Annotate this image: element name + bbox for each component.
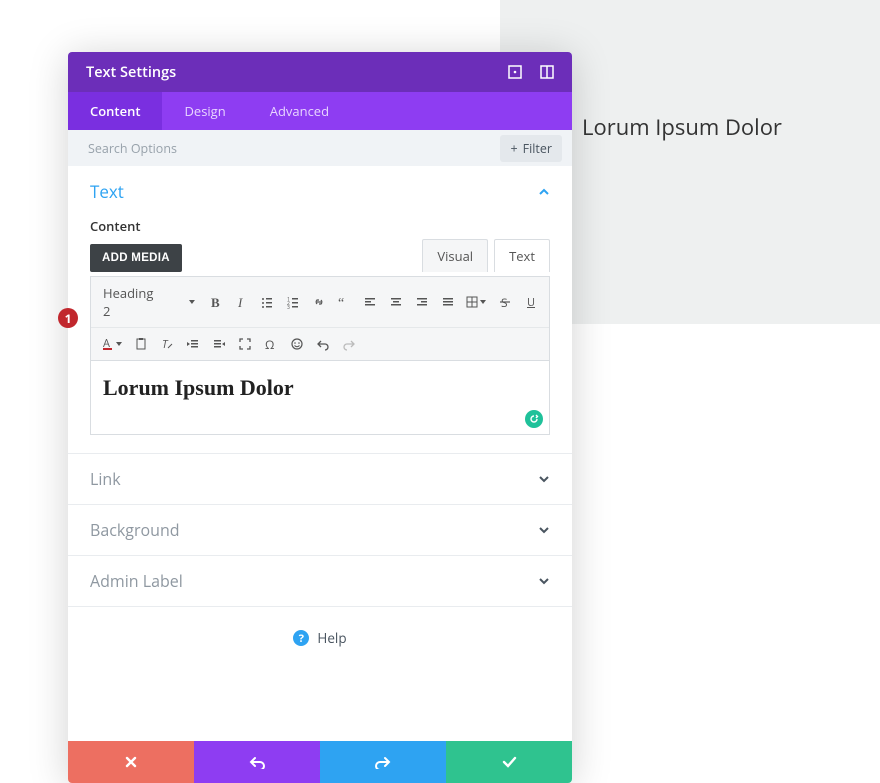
section-text-title: Text [90, 180, 124, 203]
svg-text:Ω: Ω [265, 337, 274, 351]
ul-icon[interactable] [255, 290, 279, 314]
section-admin-label-title: Admin Label [90, 570, 183, 592]
modal-tabs: Content Design Advanced [68, 92, 572, 130]
filter-label: Filter [523, 140, 552, 157]
align-right-icon[interactable] [410, 290, 434, 314]
toolbar-row-2: A T Ω [91, 327, 549, 360]
check-icon [501, 755, 517, 769]
section-admin-label-header[interactable]: Admin Label [68, 556, 572, 606]
align-justify-icon[interactable] [436, 290, 460, 314]
annotation-badge-1: 1 [58, 308, 78, 328]
undo-icon[interactable] [311, 332, 335, 356]
section-background: Background [68, 505, 572, 556]
redo-button[interactable] [320, 741, 446, 783]
section-admin-label: Admin Label [68, 556, 572, 607]
ol-icon[interactable]: 123 [281, 290, 305, 314]
help-label: Help [317, 629, 346, 647]
section-link: Link [68, 454, 572, 505]
tab-design[interactable]: Design [162, 92, 247, 130]
heading-select-label: Heading 2 [103, 284, 164, 320]
underline-icon[interactable]: U [519, 290, 543, 314]
add-media-button[interactable]: ADD MEDIA [90, 244, 182, 272]
bold-icon[interactable]: B [203, 290, 227, 314]
table-icon[interactable] [462, 290, 492, 314]
chevron-down-icon [538, 473, 550, 485]
link-icon[interactable] [307, 290, 331, 314]
paste-icon[interactable] [129, 332, 153, 356]
modal-header: Text Settings [68, 52, 572, 92]
svg-text:B: B [211, 295, 220, 309]
close-icon [124, 755, 138, 769]
section-background-title: Background [90, 519, 180, 541]
editor-mode-tabs: Visual Text [422, 239, 550, 272]
plus-icon: + [510, 140, 517, 157]
expand-icon[interactable] [508, 65, 522, 79]
special-char-icon[interactable]: Ω [259, 332, 283, 356]
text-settings-modal: 1 Text Settings Content Design Advanced … [68, 52, 572, 783]
modal-spacer [68, 669, 572, 741]
undo-arrow-icon [249, 755, 265, 769]
editor-toolbar: Heading 2 B I 123 “ S U [90, 276, 550, 361]
strikethrough-icon[interactable]: S [493, 290, 517, 314]
svg-text:“: “ [338, 296, 344, 309]
help-row[interactable]: ? Help [68, 607, 572, 669]
indent-icon[interactable] [207, 332, 231, 356]
align-left-icon[interactable] [358, 290, 382, 314]
redo-arrow-icon [375, 755, 391, 769]
section-text: Text Content ADD MEDIA Visual Text Headi… [68, 166, 572, 454]
section-background-header[interactable]: Background [68, 505, 572, 555]
section-text-body: Content ADD MEDIA Visual Text Heading 2 … [68, 217, 572, 453]
quote-icon[interactable]: “ [333, 290, 357, 314]
content-label: Content [90, 217, 550, 235]
italic-icon[interactable]: I [229, 290, 253, 314]
tab-advanced[interactable]: Advanced [248, 92, 351, 130]
svg-text:3: 3 [287, 305, 290, 309]
emoji-icon[interactable] [285, 332, 309, 356]
svg-text:I: I [237, 295, 243, 309]
toolbar-row-1: Heading 2 B I 123 “ S U [91, 277, 549, 327]
clear-format-icon[interactable]: T [155, 332, 179, 356]
outdent-icon[interactable] [181, 332, 205, 356]
fullscreen-icon[interactable] [233, 332, 257, 356]
editor-tab-visual[interactable]: Visual [422, 239, 488, 272]
tab-content[interactable]: Content [68, 92, 162, 130]
modal-footer [68, 741, 572, 783]
editor-content-area[interactable]: Lorum Ipsum Dolor [90, 361, 550, 435]
filter-button[interactable]: + Filter [500, 135, 562, 162]
section-link-title: Link [90, 468, 121, 490]
snap-icon[interactable] [540, 65, 554, 79]
help-icon: ? [293, 630, 309, 646]
svg-text:U: U [527, 295, 535, 309]
search-input[interactable]: Search Options [88, 140, 177, 157]
grammarly-icon[interactable] [525, 410, 543, 428]
editor-tab-text[interactable]: Text [494, 239, 550, 272]
svg-text:T: T [162, 337, 169, 351]
heading-select[interactable]: Heading 2 [97, 281, 201, 323]
cancel-button[interactable] [68, 741, 194, 783]
section-link-header[interactable]: Link [68, 454, 572, 504]
search-row: Search Options + Filter [68, 130, 572, 166]
chevron-down-icon [538, 575, 550, 587]
align-center-icon[interactable] [384, 290, 408, 314]
section-text-header[interactable]: Text [68, 166, 572, 217]
editor-heading-text: Lorum Ipsum Dolor [103, 375, 537, 401]
undo-button[interactable] [194, 741, 320, 783]
chevron-up-icon [538, 186, 550, 198]
preview-heading: Lorum Ipsum Dolor [582, 112, 782, 142]
text-color-icon[interactable]: A [97, 332, 127, 356]
caret-down-icon [188, 298, 196, 306]
modal-title: Text Settings [86, 63, 490, 82]
redo-icon[interactable] [337, 332, 361, 356]
chevron-down-icon [538, 524, 550, 536]
save-button[interactable] [446, 741, 572, 783]
